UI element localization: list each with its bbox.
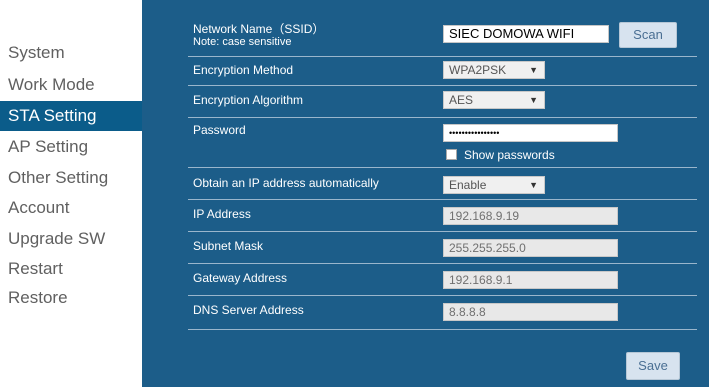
sidebar-item-upgrade-sw[interactable]: Upgrade SW	[0, 224, 142, 254]
ip-address-input[interactable]: 192.168.9.19	[443, 207, 618, 225]
obtain-ip-value: Enable	[449, 178, 487, 192]
encryption-method-select[interactable]: WPA2PSK ▼	[443, 61, 545, 79]
encryption-algorithm-select[interactable]: AES ▼	[443, 91, 545, 109]
row-divider	[188, 263, 697, 264]
chevron-down-icon: ▼	[529, 180, 538, 190]
password-label: Password	[193, 123, 246, 137]
show-passwords-label: Show passwords	[464, 148, 555, 162]
sidebar-item-system[interactable]: System	[0, 38, 142, 68]
ssid-input[interactable]: SIEC DOMOWA WIFI	[443, 25, 609, 43]
encryption-algorithm-value: AES	[449, 93, 474, 107]
subnet-mask-input[interactable]: 255.255.255.0	[443, 239, 618, 257]
ip-address-label: IP Address	[193, 207, 251, 221]
show-passwords-checkbox[interactable]	[446, 149, 457, 160]
row-divider	[188, 199, 697, 200]
gateway-input[interactable]: 192.168.9.1	[443, 271, 618, 289]
sidebar-item-account[interactable]: Account	[0, 193, 142, 223]
row-divider	[188, 56, 697, 57]
row-divider	[188, 167, 697, 168]
encryption-method-label: Encryption Method	[193, 63, 294, 77]
sidebar-item-ap-setting[interactable]: AP Setting	[0, 132, 142, 162]
row-divider	[188, 117, 697, 118]
row-divider	[188, 329, 697, 330]
row-divider	[188, 85, 697, 86]
sta-setting-panel: Network Name（SSID） Note: case sensitive …	[142, 0, 709, 387]
sidebar-nav: System Work Mode STA Setting AP Setting …	[0, 0, 142, 387]
ssid-label: Network Name（SSID）	[193, 22, 325, 36]
dns-input[interactable]: 8.8.8.8	[443, 303, 618, 321]
sidebar-item-work-mode[interactable]: Work Mode	[0, 70, 142, 100]
ssid-note: Note: case sensitive	[193, 36, 292, 48]
scan-button[interactable]: Scan	[619, 22, 677, 48]
save-button[interactable]: Save	[626, 352, 680, 380]
row-divider	[188, 295, 697, 296]
obtain-ip-select[interactable]: Enable ▼	[443, 176, 545, 194]
row-divider	[188, 231, 697, 232]
subnet-mask-label: Subnet Mask	[193, 239, 264, 253]
sidebar-item-restore[interactable]: Restore	[0, 283, 142, 313]
obtain-ip-label: Obtain an IP address automatically	[193, 176, 379, 190]
chevron-down-icon: ▼	[529, 65, 538, 75]
gateway-label: Gateway Address	[193, 271, 288, 285]
dns-label: DNS Server Address	[193, 303, 304, 317]
password-input[interactable]: ••••••••••••••••	[443, 124, 618, 142]
encryption-algorithm-label: Encryption Algorithm	[193, 93, 304, 107]
encryption-method-value: WPA2PSK	[449, 63, 507, 77]
sidebar-item-restart[interactable]: Restart	[0, 254, 142, 284]
chevron-down-icon: ▼	[529, 95, 538, 105]
sidebar-item-other-setting[interactable]: Other Setting	[0, 163, 142, 193]
sidebar-item-sta-setting[interactable]: STA Setting	[0, 101, 142, 131]
